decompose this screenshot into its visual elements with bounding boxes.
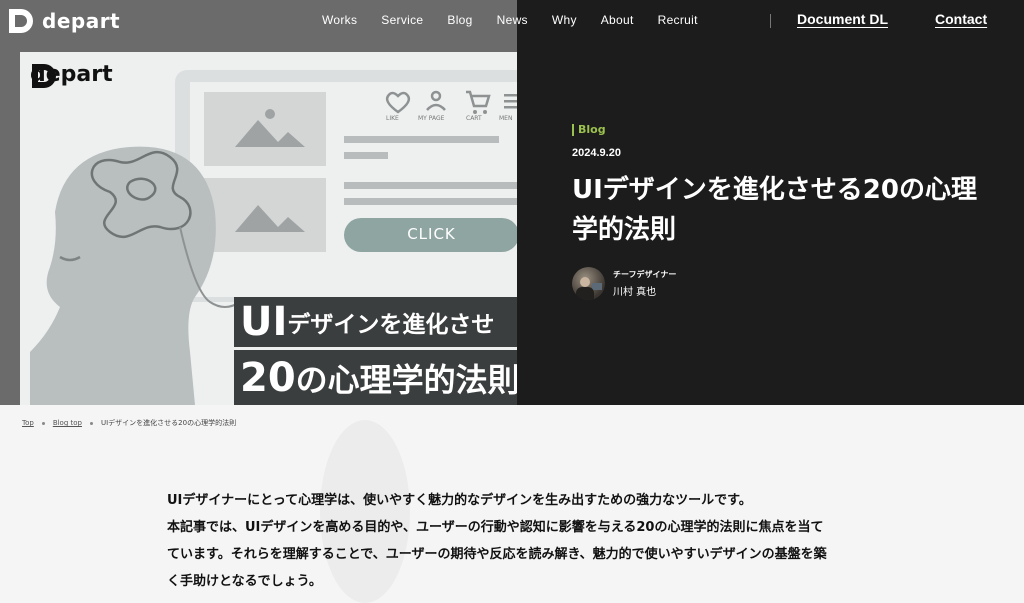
breadcrumb-current: UIデザインを進化させる20の心理学的法則 — [100, 419, 237, 427]
cart-label: CART — [466, 115, 482, 122]
main-nav: Works Service Blog News Why About Recrui… — [322, 13, 722, 27]
intro-line: UIデザイナーにとって心理学は、使いやすく魅力的なデザインを生み出すための強力な… — [167, 493, 752, 508]
breadcrumb-blog-top[interactable]: Blog top — [53, 419, 82, 427]
breadcrumb: Top Blog top UIデザインを進化させる20の心理学的法則 — [22, 418, 236, 428]
nav-works[interactable]: Works — [322, 13, 357, 27]
contact-link[interactable]: Contact — [935, 11, 987, 27]
article-thumbnail: depart LIKE MY PAGE CART MEN CLICK UI デザ… — [20, 52, 517, 405]
intro-line: く手助けとなるでしょう。 — [167, 574, 322, 589]
nav-why[interactable]: Why — [552, 13, 577, 27]
article-intro: UIデザイナーにとって心理学は、使いやすく魅力的なデザインを生み出すための強力な… — [167, 487, 867, 595]
post-date: 2024.9.20 — [572, 147, 621, 159]
like-label: LIKE — [386, 115, 399, 122]
nav-service[interactable]: Service — [381, 13, 423, 27]
hero-image-area: depart LIKE MY PAGE CART MEN CLICK UI デザ… — [0, 0, 517, 405]
nav-divider — [770, 14, 771, 28]
click-button-graphic: CLICK — [407, 225, 456, 243]
menu-label: MEN — [499, 115, 513, 122]
nav-news[interactable]: News — [497, 13, 528, 27]
document-dl-link[interactable]: Document DL — [797, 11, 888, 27]
author-role: チーフデザイナー — [613, 270, 677, 279]
breadcrumb-separator — [41, 421, 45, 425]
intro-line: 本記事では、UIデザインを高める目的や、ユーザーの行動や認知に影響を与える20の… — [167, 520, 824, 535]
nav-about[interactable]: About — [601, 13, 634, 27]
category-label[interactable]: Blog — [572, 124, 606, 136]
thumbnail-caption-1: UI デザインを進化させ — [240, 297, 494, 347]
nav-recruit[interactable]: Recruit — [658, 13, 698, 27]
author-avatar — [572, 267, 605, 300]
caption-rest-2: の心理学的法則 — [295, 360, 517, 399]
thumbnail-caption-2: 20 の心理学的法則 — [240, 350, 517, 405]
breadcrumb-top[interactable]: Top — [22, 419, 34, 427]
logo-text: depart — [42, 9, 121, 33]
caption-big-2: 20 — [240, 354, 296, 401]
breadcrumb-separator — [89, 421, 93, 425]
caption-rest-1: デザインを進化させ — [287, 312, 495, 338]
nav-blog[interactable]: Blog — [447, 13, 472, 27]
depart-logo-icon — [32, 64, 56, 88]
depart-logo-icon — [9, 9, 33, 33]
author-block: チーフデザイナー 川村 真也 — [572, 267, 676, 300]
thumbnail-logo: depart — [30, 62, 113, 88]
mypage-label: MY PAGE — [418, 115, 445, 122]
intro-line: ています。それらを理解することで、ユーザーの期待や反応を読み解き、魅力的で使いや… — [167, 547, 827, 562]
hero: depart LIKE MY PAGE CART MEN CLICK UI デザ… — [0, 0, 1024, 405]
caption-big-1: UI — [240, 299, 288, 345]
article-title: UIデザインを進化させる20の心理学的法則 — [572, 175, 977, 245]
site-logo[interactable]: depart — [8, 8, 120, 34]
author-name: 川村 真也 — [613, 287, 657, 298]
